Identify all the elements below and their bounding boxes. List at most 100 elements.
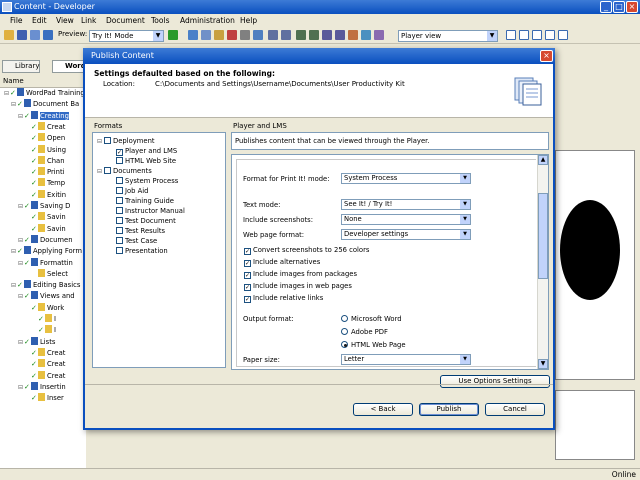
zoom-out-icon[interactable] [322, 30, 332, 40]
tree-item[interactable]: ✓ Open [25, 133, 65, 143]
publish-button[interactable]: Publish [419, 403, 479, 416]
menu-help[interactable]: Help [240, 16, 257, 25]
checkbox-box[interactable] [116, 227, 123, 234]
checkbox-box[interactable] [116, 207, 123, 214]
close-button[interactable]: × [626, 1, 638, 13]
menu-view[interactable]: View [56, 16, 74, 25]
menu-tools[interactable]: Tools [151, 16, 169, 25]
cut-icon[interactable] [188, 30, 198, 40]
include-images-web-checkbox[interactable]: ✓ Include images in web pages [244, 282, 352, 291]
checkbox-box[interactable] [104, 167, 111, 174]
tree-item[interactable]: ⊟✓ Saving D [18, 201, 70, 211]
replace-icon[interactable] [253, 30, 263, 40]
link-icon[interactable] [361, 30, 371, 40]
tree-item[interactable]: ⊟✓ Formattin [18, 257, 73, 268]
tree-item[interactable]: ⊟✓ Lists [18, 336, 55, 347]
publish-icon[interactable] [43, 30, 53, 40]
radio-microsoft-word[interactable]: Microsoft Word [341, 315, 402, 323]
tree-item[interactable]: ✓ Chan [25, 155, 65, 166]
layout-4-icon[interactable] [545, 30, 555, 40]
move-down-icon[interactable] [309, 30, 319, 40]
paper-size-select[interactable]: Letter ▼ [341, 354, 471, 365]
collapse-icon[interactable]: ⊟ [97, 167, 104, 177]
tree-item[interactable]: ✓ Creat [25, 370, 65, 381]
tree-item[interactable]: ⊟✓ Applying Form [11, 246, 82, 256]
save-icon[interactable] [17, 30, 27, 40]
menu-document[interactable]: Document [106, 16, 145, 25]
tree-item[interactable]: ✓ I [32, 314, 56, 324]
tree-item[interactable]: ✓ Using [25, 144, 66, 155]
include-relative-links-checkbox[interactable]: ✓ Include relative links [244, 294, 323, 303]
view-select[interactable]: Player view ▼ [398, 30, 498, 42]
cancel-button[interactable]: Cancel [485, 403, 545, 416]
checkbox-box[interactable] [116, 157, 123, 164]
format-item[interactable]: Test Document [109, 216, 176, 226]
dialog-close-button[interactable]: × [540, 50, 553, 62]
format-item[interactable]: ✓ Player and LMS [109, 146, 177, 156]
menu-administration[interactable]: Administration [180, 16, 235, 25]
tree-item[interactable]: ✓ Temp [25, 178, 65, 188]
scroll-up-icon[interactable]: ▲ [538, 155, 548, 165]
scroll-down-icon[interactable]: ▼ [538, 359, 548, 369]
radio-html-web-page[interactable]: HTML Web Page [341, 341, 406, 349]
format-item[interactable]: Test Results [109, 226, 165, 236]
format-item[interactable]: Test Case [109, 236, 157, 246]
checkbox-box[interactable]: ✓ [116, 149, 123, 156]
tree-item[interactable]: ✓ I [32, 325, 56, 335]
layout-5-icon[interactable] [558, 30, 568, 40]
include-images-packages-checkbox[interactable]: ✓ Include images from packages [244, 270, 357, 279]
text-mode-select[interactable]: See It! / Try It! ▼ [341, 199, 471, 210]
name-column-header[interactable]: Name [0, 76, 86, 88]
tree-item[interactable]: ⊟✓ WordPad Training [4, 88, 85, 98]
options-scrollbar[interactable]: ▲ ▼ [537, 155, 548, 369]
properties-icon[interactable] [374, 30, 384, 40]
tree-item[interactable]: ⊟✓ Views and [18, 291, 75, 301]
web-format-select[interactable]: Developer settings ▼ [341, 229, 471, 240]
delete-icon[interactable] [227, 30, 237, 40]
checkbox-box[interactable] [116, 217, 123, 224]
format-item[interactable]: Training Guide [109, 196, 174, 206]
print-icon[interactable] [30, 30, 40, 40]
menu-edit[interactable]: Edit [32, 16, 47, 25]
open-icon[interactable] [4, 30, 14, 40]
tree-item[interactable]: ⊟✓ Document Ba [11, 99, 79, 109]
checkbox-box[interactable] [104, 137, 111, 144]
collapse-icon[interactable]: ⊟ [97, 137, 104, 147]
print-mode-select[interactable]: System Process ▼ [341, 173, 471, 184]
record-icon[interactable] [348, 30, 358, 40]
tree-item[interactable]: Select [25, 268, 68, 279]
minimize-button[interactable]: _ [600, 1, 612, 13]
tree-item[interactable]: ✓ Exitin [25, 189, 66, 200]
tab-library[interactable]: Library [2, 60, 40, 73]
undo-icon[interactable] [268, 30, 278, 40]
include-alternatives-checkbox[interactable]: ✓ Include alternatives [244, 258, 320, 267]
layout-3-icon[interactable] [532, 30, 542, 40]
layout-1-icon[interactable] [506, 30, 516, 40]
tree-item[interactable]: ⊟✓ Documen [18, 234, 73, 245]
use-options-settings-button[interactable]: Use Options Settings [440, 375, 550, 388]
layout-2-icon[interactable] [519, 30, 529, 40]
tree-item[interactable]: ⊟✓ Editing Basics [11, 280, 80, 290]
find-icon[interactable] [240, 30, 250, 40]
checkbox-box[interactable] [116, 247, 123, 254]
screenshots-select[interactable]: None ▼ [341, 214, 471, 225]
redo-icon[interactable] [281, 30, 291, 40]
back-button[interactable]: < Back [353, 403, 413, 416]
tree-item[interactable]: ✓ Creat [25, 121, 65, 132]
paste-icon[interactable] [214, 30, 224, 40]
preview-mode-select[interactable]: Try It! Mode ▼ [89, 30, 164, 42]
convert-256-checkbox[interactable]: ✓ Convert screenshots to 256 colors [244, 246, 369, 255]
tab-word[interactable]: Word [52, 60, 86, 73]
tree-item[interactable]: ✓ Printi [25, 167, 65, 177]
format-item[interactable]: System Process [109, 176, 178, 186]
menu-file[interactable]: File [10, 16, 23, 25]
tree-item[interactable]: ✓ Work [25, 302, 64, 313]
tree-item[interactable]: ⊟✓ Insertin [18, 381, 66, 392]
copy-icon[interactable] [201, 30, 211, 40]
scroll-thumb[interactable] [538, 193, 548, 279]
move-up-icon[interactable] [296, 30, 306, 40]
format-item[interactable]: ⊟ Documents [97, 166, 152, 176]
format-item[interactable]: ⊟ Deployment [97, 136, 155, 146]
format-item[interactable]: Instructor Manual [109, 206, 185, 216]
format-item[interactable]: Presentation [109, 246, 168, 256]
